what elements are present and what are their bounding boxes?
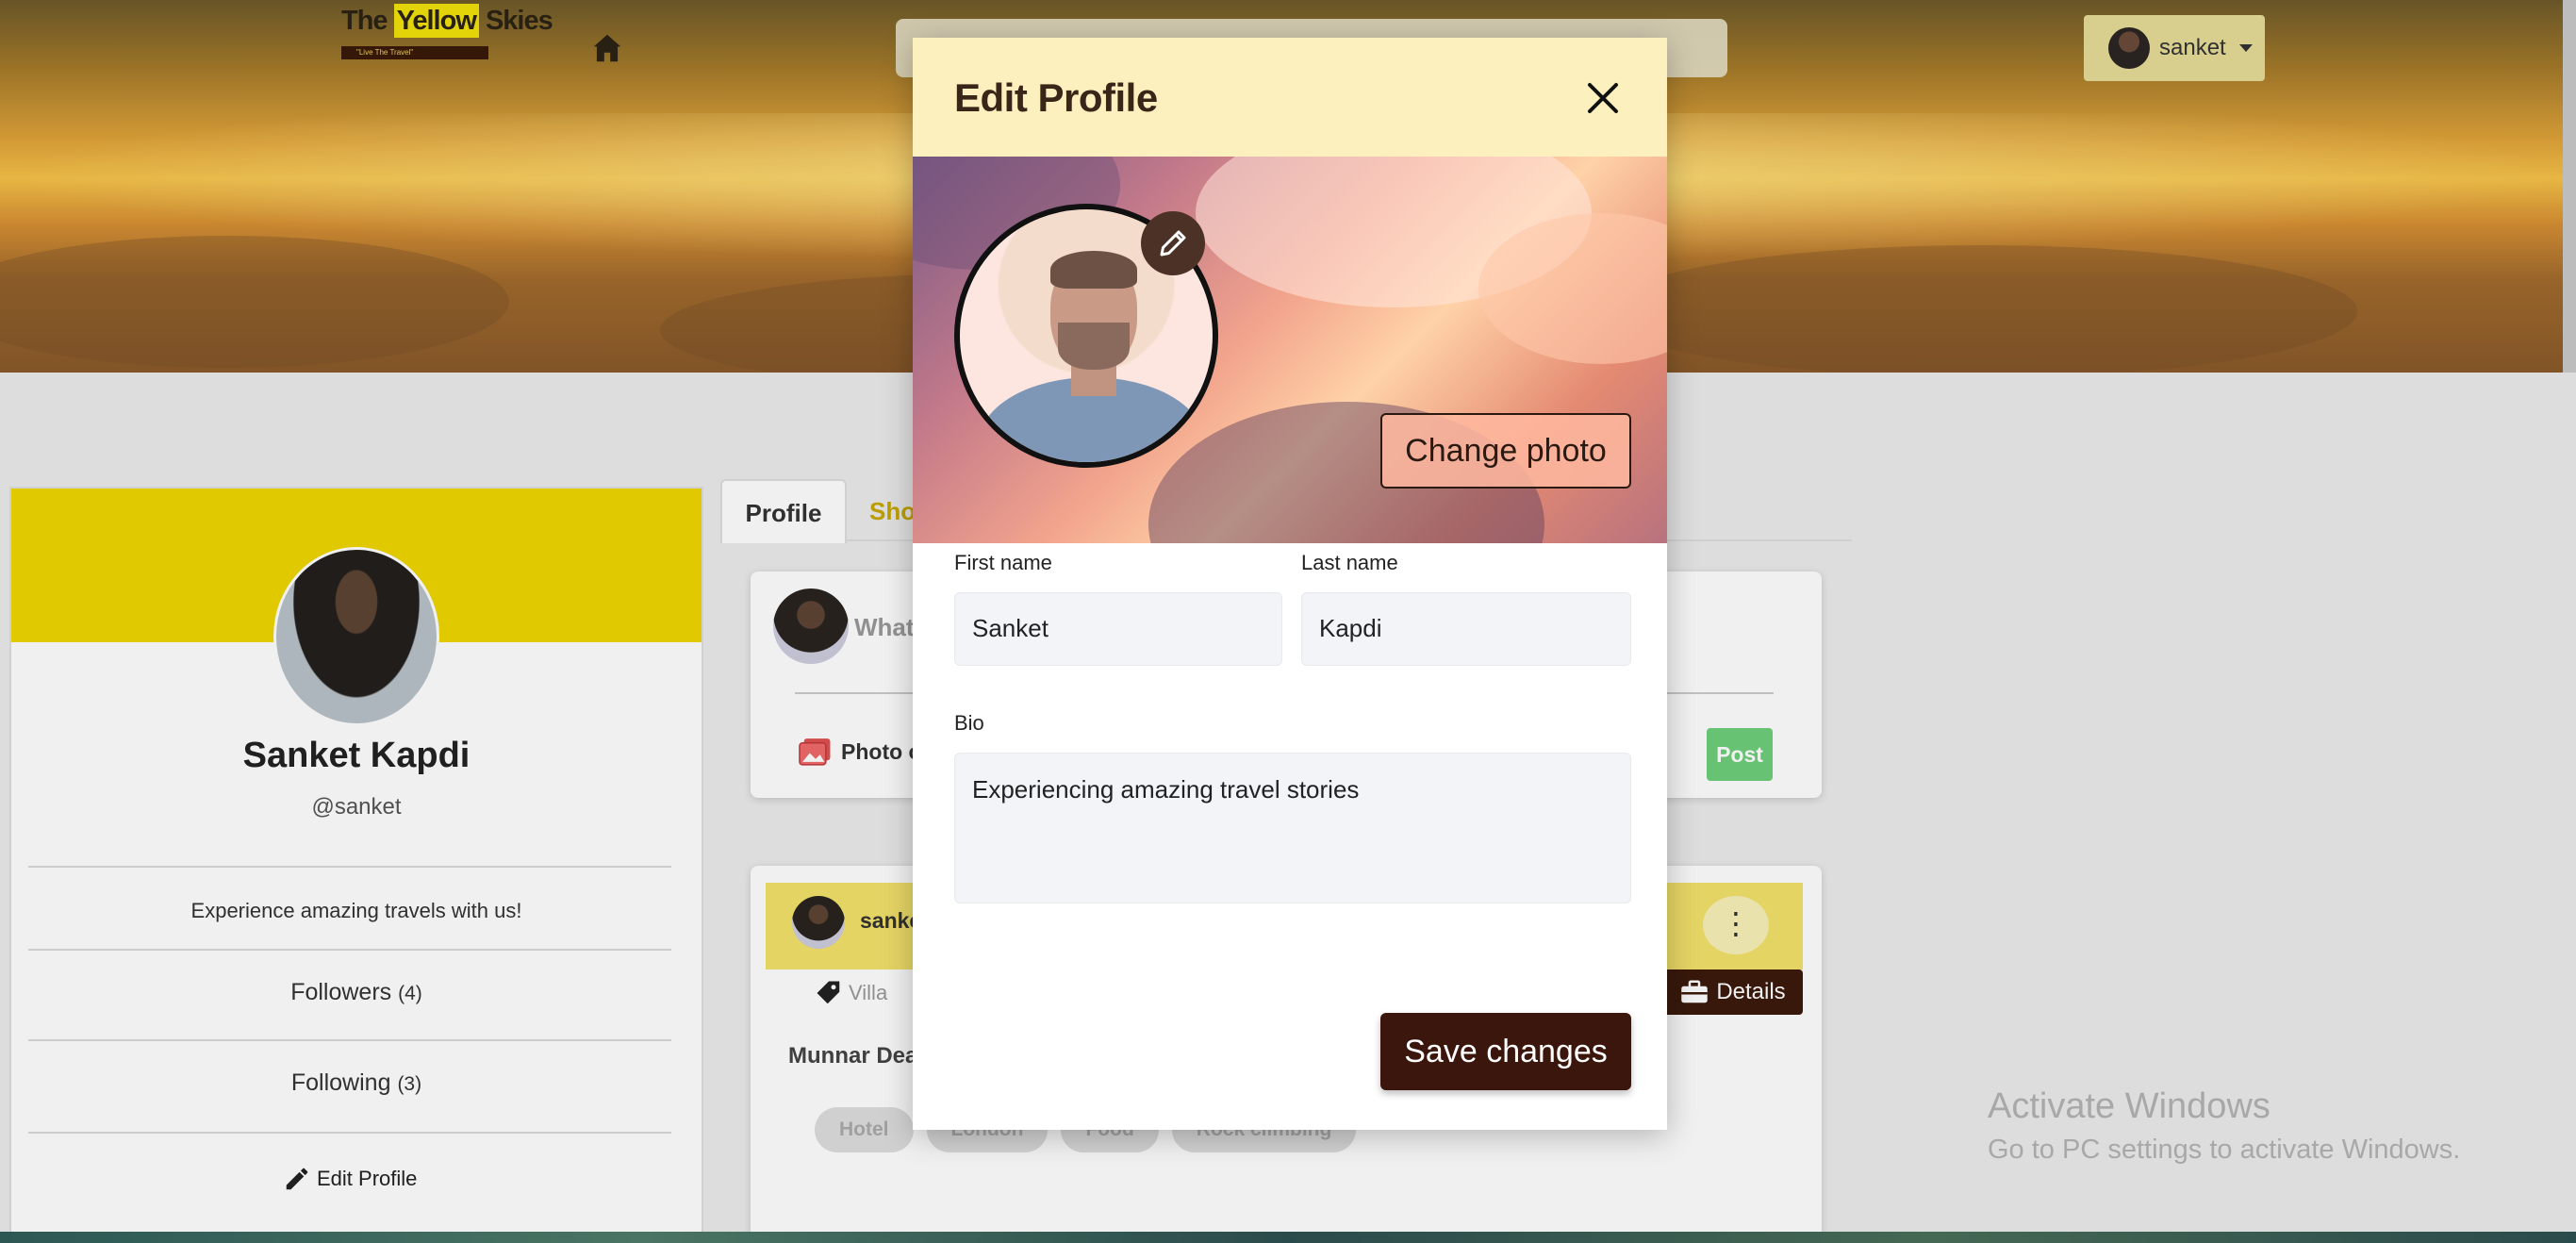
- close-icon[interactable]: [1584, 79, 1622, 117]
- last-name-label: Last name: [1301, 551, 1398, 574]
- edit-profile-modal: Edit Profile Change photo First name San…: [913, 38, 1667, 1130]
- first-name-label: First name: [954, 551, 1052, 574]
- bio-textarea[interactable]: Experiencing amazing travel stories: [954, 753, 1631, 903]
- modal-title: Edit Profile: [954, 75, 1158, 120]
- save-changes-button[interactable]: Save changes: [1380, 1013, 1631, 1090]
- modal-header: Edit Profile: [913, 38, 1667, 157]
- pencil-icon: [1160, 230, 1186, 257]
- edit-photo-button[interactable]: [1141, 211, 1205, 275]
- last-name-field[interactable]: Kapdi: [1301, 592, 1631, 666]
- first-name-field[interactable]: Sanket: [954, 592, 1282, 666]
- bio-label: Bio: [954, 711, 984, 735]
- change-photo-button[interactable]: Change photo: [1380, 413, 1631, 489]
